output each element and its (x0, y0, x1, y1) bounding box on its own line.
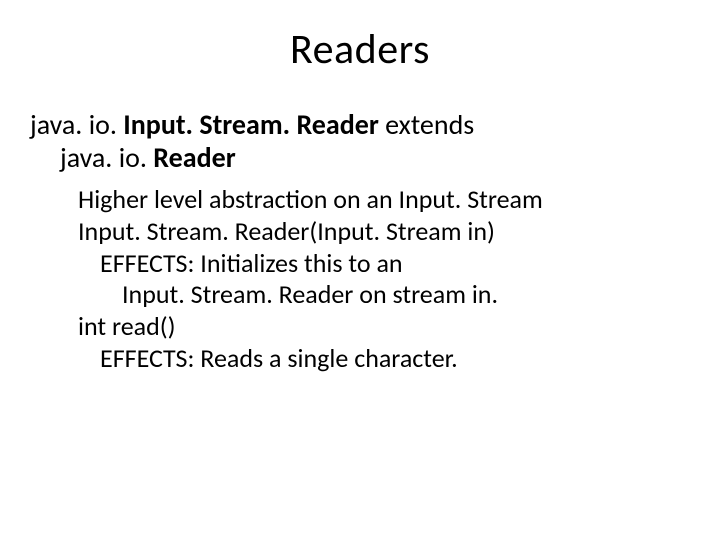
slide-title: Readers (0, 24, 720, 75)
decl-extends: extends (379, 107, 474, 142)
spec-line: EFFECTS: Initializes this to an (78, 248, 690, 280)
spec-line: Higher level abstraction on an Input. St… (78, 184, 690, 216)
spec-line: int read() (78, 311, 690, 343)
decl-super-name: Reader (153, 140, 235, 175)
slide-body: java. io. Input. Stream. Reader extends … (30, 108, 690, 374)
spec-line: EFFECTS: Reads a single character. (78, 343, 690, 375)
spec-line: Input. Stream. Reader(Input. Stream in) (78, 216, 690, 248)
decl-class-name: Input. Stream. Reader (123, 107, 379, 142)
class-declaration: java. io. Input. Stream. Reader extends … (30, 108, 690, 174)
decl-superclass-line: java. io. Reader (30, 141, 690, 174)
slide: Readers java. io. Input. Stream. Reader … (0, 0, 720, 540)
decl-prefix: java. io. (30, 107, 123, 142)
specification-block: Higher level abstraction on an Input. St… (30, 184, 690, 374)
decl-super-prefix: java. io. (60, 140, 153, 175)
spec-line: Input. Stream. Reader on stream in. (78, 279, 690, 311)
